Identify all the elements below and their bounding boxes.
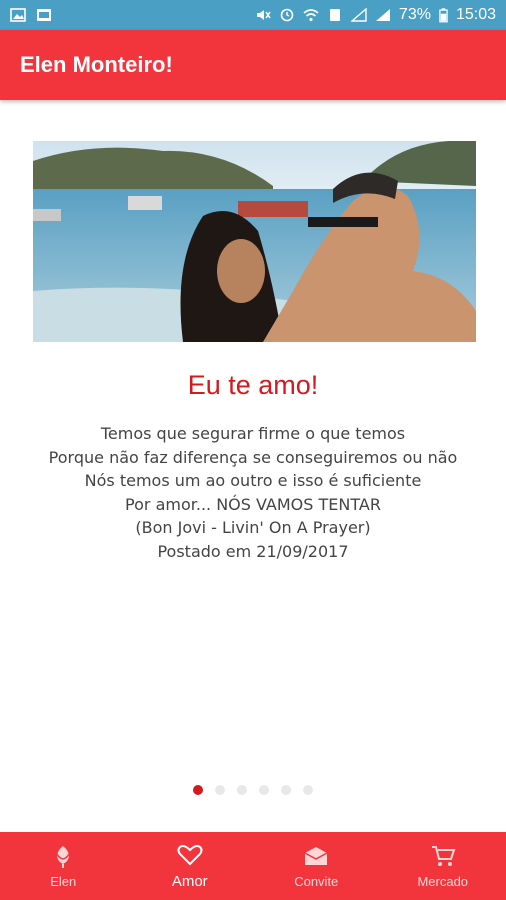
status-bar: 73% 15:03 xyxy=(0,0,506,30)
bottom-navigation: Elen Amor Convite Mercado xyxy=(0,832,506,900)
image-notification-icon xyxy=(10,8,26,22)
poem-line: Por amor... NÓS VAMOS TENTAR xyxy=(125,494,381,514)
nav-label-amor: Amor xyxy=(171,872,208,890)
page-indicator xyxy=(0,785,506,795)
poem-line: Temos que segurar firme o que temos xyxy=(100,424,406,443)
battery-percent: 73% xyxy=(398,6,431,23)
wifi-icon xyxy=(303,9,319,22)
page-dot-1[interactable] xyxy=(193,785,203,795)
couple-photo[interactable] xyxy=(33,141,476,342)
nav-label-mercado: Mercado xyxy=(417,873,469,889)
data-icon xyxy=(329,9,340,21)
love-headline: Eu te amo! xyxy=(187,370,319,400)
signal-1-icon xyxy=(350,8,367,22)
status-notifications xyxy=(10,8,52,22)
signal-2-icon xyxy=(375,9,390,21)
gallery-notification-icon xyxy=(37,9,51,21)
poem-line: Porque não faz diferença se conseguiremo… xyxy=(48,447,458,467)
status-system: 73% 15:03 xyxy=(255,6,496,24)
heart-icon xyxy=(177,844,203,865)
alarm-icon xyxy=(280,8,294,22)
posted-date: Postado em 21/09/2017 xyxy=(157,541,349,561)
nav-label-convite: Convite xyxy=(294,873,339,889)
battery-icon xyxy=(439,7,448,22)
cart-icon xyxy=(431,845,456,866)
nav-item-amor[interactable]: Amor xyxy=(127,832,254,900)
rose-icon xyxy=(54,845,72,868)
page-dot-5[interactable] xyxy=(281,785,291,795)
page-dot-6[interactable] xyxy=(303,785,313,795)
app-bar: Elen Monteiro! xyxy=(0,30,506,100)
beach-photo-illustration xyxy=(33,141,476,342)
page-dot-4[interactable] xyxy=(259,785,269,795)
nav-label-elen: Elen xyxy=(50,873,77,889)
nav-item-elen[interactable]: Elen xyxy=(0,832,127,900)
mute-icon xyxy=(256,10,271,20)
envelope-icon xyxy=(304,846,328,865)
page-dot-3[interactable] xyxy=(237,785,247,795)
nav-item-convite[interactable]: Convite xyxy=(253,832,380,900)
poem-text: Temos que segurar firme o que temos Porq… xyxy=(0,422,506,563)
clock: 15:03 xyxy=(455,6,496,23)
page-dot-2[interactable] xyxy=(215,785,225,795)
page-title: Elen Monteiro! xyxy=(20,52,173,77)
poem-line: (Bon Jovi - Livin' On A Prayer) xyxy=(135,518,371,537)
poem-line: Nós temos um ao outro e isso é suficient… xyxy=(84,471,422,490)
nav-item-mercado[interactable]: Mercado xyxy=(380,832,506,900)
